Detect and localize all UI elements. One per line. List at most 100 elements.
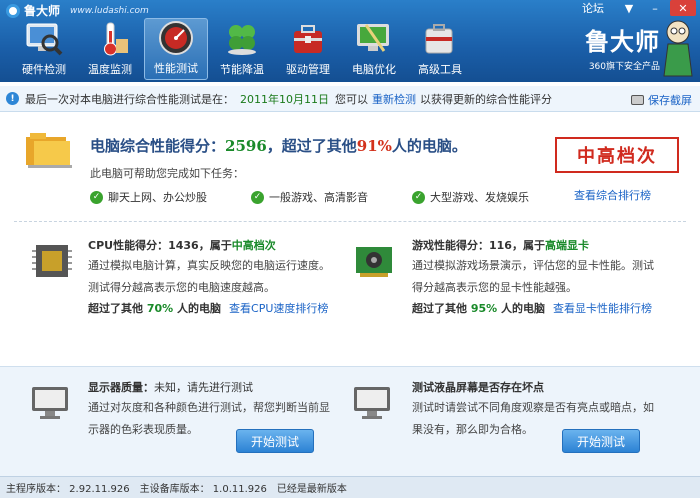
display-desc-line: 通过对灰度和各种颜色进行测试，帮您判断当前显 [88, 401, 330, 414]
game-title-label: 游戏性能得分： [412, 239, 489, 252]
nav-label: 电脑优化 [352, 63, 396, 76]
display-title-label: 显示器质量： [88, 381, 154, 394]
cpu-desc-line: 测试得分越高表示您的电脑速度越高。 [88, 281, 275, 294]
nav-optimize[interactable]: 电脑优化 [342, 18, 406, 80]
task-item: ✓ 大型游戏、发烧娱乐 [412, 189, 529, 205]
divider [14, 221, 686, 222]
cpu-title-mid: ，属于 [198, 239, 232, 252]
score-suffix: 人的电脑。 [391, 137, 467, 155]
lcd-start-test-button[interactable]: 开始测试 [562, 429, 640, 453]
main-nav: 硬件检测 温度监测 性能测试 节能降温 驱动管理 电脑优化 高级工具 [12, 18, 474, 80]
game-foot: 超过了其他 95% 人的电脑 查看显卡性能排行榜 [412, 300, 692, 316]
broom-monitor-icon [354, 20, 394, 58]
window-controls: 论坛 ▼ – ✕ [582, 0, 696, 16]
cpu-desc-line: 通过模拟电脑计算，真实反映您的电脑运行速度。 [88, 259, 330, 272]
cpu-desc: 通过模拟电脑计算，真实反映您的电脑运行速度。 测试得分越高表示您的电脑速度越高。 [88, 255, 348, 299]
app-logo-icon [6, 3, 20, 18]
nav-energy-saving[interactable]: 节能降温 [210, 18, 274, 80]
cpu-rank-link[interactable]: 查看CPU速度排行榜 [229, 302, 328, 315]
nav-performance-test[interactable]: 性能测试 [144, 18, 208, 80]
forum-link[interactable]: 论坛 [582, 0, 604, 16]
check-icon: ✓ [412, 190, 425, 204]
game-foot-suf: 人的电脑 [501, 302, 546, 315]
game-percent: 95% [470, 302, 498, 315]
task-label: 聊天上网、办公炒股 [108, 191, 207, 204]
task-item: ✓ 一般游戏、高清影音 [251, 189, 368, 205]
app-name: 鲁大师 [24, 4, 61, 18]
game-score: 116 [489, 239, 512, 252]
score-label: 电脑综合性能得分： [90, 137, 226, 155]
game-foot-pre: 超过了其他 [412, 302, 467, 315]
brand-logo-title: 鲁大师 [585, 27, 660, 56]
lcd-monitor-icon [352, 385, 392, 421]
nav-hardware-check[interactable]: 硬件检测 [12, 18, 76, 80]
nav-temperature[interactable]: 温度监测 [78, 18, 142, 80]
display-start-test-button[interactable]: 开始测试 [236, 429, 314, 453]
display-test-section: 显示器质量：未知，请先进行测试 通过对灰度和各种颜色进行测试，帮您判断当前显 示器… [0, 366, 700, 476]
last-test-date: 2011年10月11日 [240, 92, 329, 106]
cpu-level: 中高档次 [231, 239, 276, 252]
nav-label: 温度监测 [88, 63, 132, 76]
status-bar: 主程序版本： 2.92.11.926 主设备库版本： 1.0.11.926 已经… [0, 476, 700, 498]
overall-rank-link[interactable]: 查看综合排行榜 [574, 187, 651, 203]
main-version: 主程序版本： 2.92.11.926 [6, 484, 130, 495]
nav-label: 性能测试 [154, 62, 198, 75]
lcd-dead-pixel-card: 测试液晶屏幕是否存在坏点 测试时请尝试不同角度观察是否有亮点或暗点，如 果没有，那… [412, 379, 692, 441]
menu-button[interactable]: ▼ [618, 0, 640, 16]
task-label: 一般游戏、高清影音 [269, 191, 368, 204]
save-screenshot-link[interactable]: 保存截屏 [631, 92, 692, 108]
score-mid: ，超过了其他 [266, 137, 357, 155]
game-desc-line: 通过模拟游戏场景演示，评估您的显卡性能。测试 [412, 259, 654, 272]
cpu-title: CPU性能得分：1436，属于中高档次 [88, 237, 348, 253]
clover-icon [222, 20, 262, 58]
nav-label: 驱动管理 [286, 63, 330, 76]
nav-label: 高级工具 [418, 63, 462, 76]
thermometer-icon [90, 20, 130, 58]
task-list: ✓ 聊天上网、办公炒股 ✓ 一般游戏、高清影音 ✓ 大型游戏、发烧娱乐 [90, 189, 573, 205]
cpu-foot: 超过了其他 70% 人的电脑 查看CPU速度排行榜 [88, 300, 348, 316]
cpu-chip-icon [30, 241, 74, 281]
retest-link[interactable]: 重新检测 [372, 91, 416, 107]
check-icon: ✓ [90, 190, 103, 204]
game-score-card: 游戏性能得分：116，属于高端显卡 通过模拟游戏场景演示，评估您的显卡性能。测试… [412, 237, 692, 316]
score-value: 2596 [225, 137, 267, 155]
overall-score: 电脑综合性能得分：2596，超过了其他91%人的电脑。 [90, 135, 467, 156]
cpu-title-label: CPU性能得分： [88, 239, 169, 252]
check-icon: ✓ [251, 190, 264, 204]
cpu-foot-suf: 人的电脑 [177, 302, 222, 315]
brand-logo-subtitle: 360旗下安全产品 [588, 62, 660, 72]
cpu-percent: 70% [146, 302, 174, 315]
monitor-icon [30, 385, 70, 421]
display-title: 显示器质量：未知，请先进行测试 [88, 379, 348, 395]
help-text: 此电脑可帮助您完成如下任务： [90, 167, 244, 180]
tools-icon [420, 20, 460, 58]
info-mid: 您可以 [335, 92, 368, 106]
minimize-button[interactable]: – [644, 0, 666, 16]
save-screenshot-label: 保存截屏 [648, 94, 692, 107]
info-suffix: 以获得更新的综合性能评分 [420, 92, 552, 106]
nav-driver-manage[interactable]: 驱动管理 [276, 18, 340, 80]
main-panel: 电脑综合性能得分：2596，超过了其他91%人的电脑。 此电脑可帮助您完成如下任… [0, 113, 700, 363]
info-icon: ! [6, 92, 19, 105]
device-db-version: 主设备库版本： 1.0.11.926 [139, 484, 267, 495]
info-bar: ! 最后一次对本电脑进行综合性能测试是在： 2011年10月11日 您可以 重新… [0, 86, 700, 112]
camera-icon [631, 95, 644, 105]
mascot-icon [660, 18, 696, 78]
header: 鲁大师 www.ludashi.com 论坛 ▼ – ✕ 硬件检测 温度监测 性… [0, 0, 700, 82]
display-title-value: 未知，请先进行测试 [154, 381, 253, 394]
app-brand: 鲁大师 www.ludashi.com [6, 2, 149, 19]
grade-stamp: 中高档次 [555, 137, 679, 173]
toolbox-icon [288, 20, 328, 58]
game-level: 高端显卡 [544, 239, 589, 252]
score-percent: 91% [356, 137, 392, 155]
lcd-desc: 测试时请尝试不同角度观察是否有亮点或暗点，如 果没有，那么即为合格。 [412, 397, 692, 441]
game-title-mid: ，属于 [511, 239, 545, 252]
lcd-title: 测试液晶屏幕是否存在坏点 [412, 381, 544, 394]
close-button[interactable]: ✕ [670, 0, 696, 16]
info-prefix: 最后一次对本电脑进行综合性能测试是在： [25, 92, 234, 106]
nav-label: 硬件检测 [22, 63, 66, 76]
game-rank-link[interactable]: 查看显卡性能排行榜 [553, 302, 652, 315]
monitor-magnifier-icon [24, 20, 64, 58]
nav-advanced-tools[interactable]: 高级工具 [408, 18, 472, 80]
task-label: 大型游戏、发烧娱乐 [430, 191, 529, 204]
